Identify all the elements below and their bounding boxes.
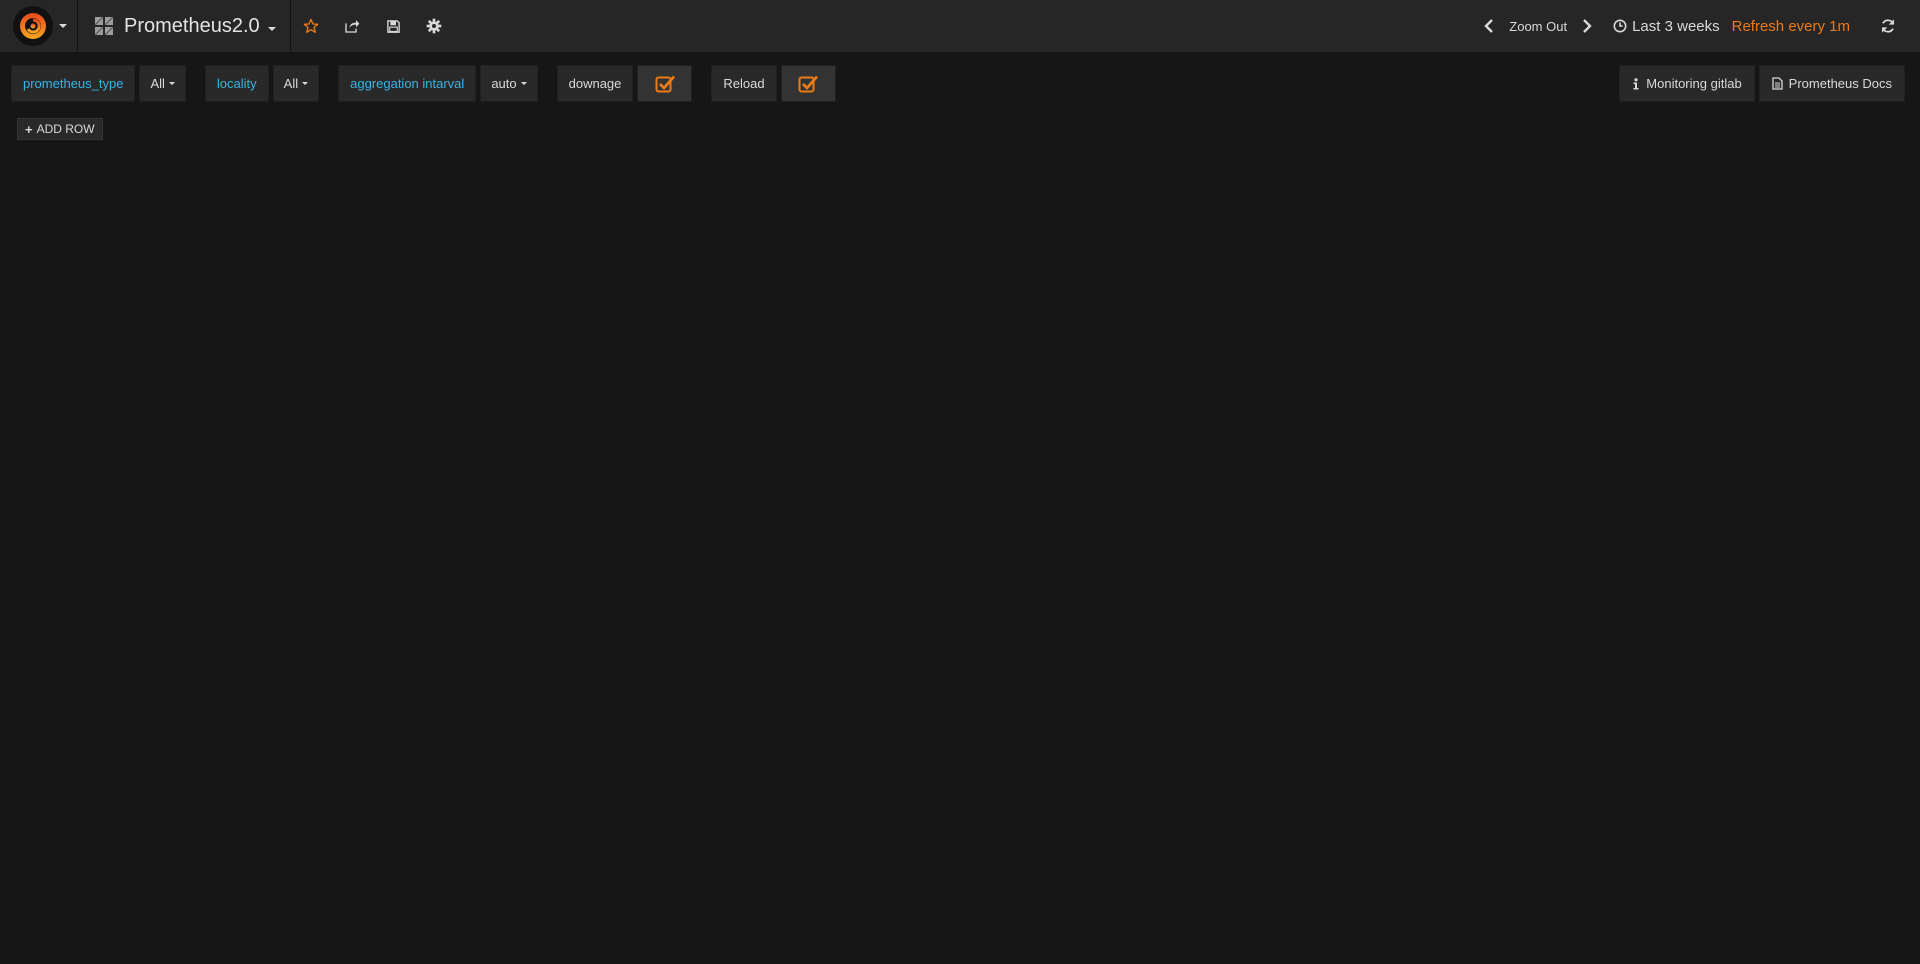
star-button[interactable] bbox=[291, 0, 332, 53]
caret-down-icon bbox=[59, 24, 67, 28]
dashboard-links: Monitoring gitlab Prometheus Docs bbox=[1615, 65, 1905, 102]
time-forward-button[interactable] bbox=[1575, 0, 1599, 53]
grafana-menu-button[interactable] bbox=[0, 0, 78, 53]
time-controls: Zoom Out Last 3 weeks Refresh every 1m bbox=[1477, 0, 1920, 53]
variable-dropdown-aggregation-interval[interactable]: auto bbox=[480, 65, 538, 102]
save-button[interactable] bbox=[373, 0, 414, 53]
save-icon bbox=[386, 19, 400, 33]
info-icon bbox=[1632, 77, 1640, 90]
variable-label-aggregation-interval: aggregation intarval bbox=[338, 65, 477, 102]
caret-down-icon bbox=[302, 82, 309, 85]
dashboard-title: Prometheus2.0 bbox=[124, 14, 260, 37]
variable-value: All bbox=[283, 76, 299, 91]
top-navbar: Prometheus2.0 Zoom Out Last 3 weeks Refr… bbox=[0, 0, 1920, 53]
reload-toggle[interactable] bbox=[780, 65, 836, 102]
downage-toggle[interactable] bbox=[637, 65, 693, 102]
gear-icon bbox=[426, 18, 442, 34]
dashboard-actions bbox=[291, 0, 455, 53]
time-range-label: Last 3 weeks bbox=[1632, 17, 1720, 35]
plus-icon: + bbox=[25, 121, 33, 137]
variable-label-prometheus-type: prometheus_type bbox=[11, 65, 136, 102]
checkbox-checked-icon bbox=[798, 75, 819, 92]
dashboard-title-dropdown[interactable]: Prometheus2.0 bbox=[78, 0, 291, 53]
downage-label: downage bbox=[556, 65, 634, 102]
checkbox-checked-icon bbox=[655, 75, 675, 92]
share-icon bbox=[345, 20, 360, 33]
reload-label: Reload bbox=[711, 65, 777, 102]
variable-dropdown-locality[interactable]: All bbox=[272, 65, 320, 102]
prometheus-docs-label: Prometheus Docs bbox=[1788, 76, 1892, 91]
zoom-out-button[interactable]: Zoom Out bbox=[1509, 19, 1567, 34]
time-back-button[interactable] bbox=[1477, 0, 1501, 53]
template-variables-bar: prometheus_type All locality All aggrega… bbox=[11, 65, 836, 102]
zoom-group: Zoom Out bbox=[1477, 0, 1599, 53]
variable-value: auto bbox=[491, 76, 517, 91]
settings-button[interactable] bbox=[414, 0, 455, 53]
prometheus-docs-link[interactable]: Prometheus Docs bbox=[1758, 65, 1905, 102]
refresh-interval-label: Refresh every 1m bbox=[1731, 17, 1850, 35]
share-button[interactable] bbox=[332, 0, 373, 53]
variable-value: All bbox=[150, 76, 165, 91]
dashboard-grid-icon bbox=[94, 16, 114, 36]
variable-label-locality: locality bbox=[204, 65, 269, 102]
chevron-left-icon bbox=[1484, 19, 1494, 33]
document-icon bbox=[1772, 77, 1783, 90]
caret-down-icon bbox=[267, 27, 276, 31]
clock-icon bbox=[1613, 19, 1627, 33]
refresh-icon bbox=[1881, 19, 1895, 33]
chevron-right-icon bbox=[1583, 19, 1592, 33]
add-row-button[interactable]: + ADD ROW bbox=[17, 118, 103, 140]
time-picker-button[interactable]: Last 3 weeks Refresh every 1m bbox=[1613, 18, 1850, 35]
variable-dropdown-prometheus-type[interactable]: All bbox=[139, 65, 186, 102]
star-icon bbox=[303, 18, 319, 33]
monitoring-gitlab-link[interactable]: Monitoring gitlab bbox=[1619, 65, 1755, 102]
caret-down-icon bbox=[168, 82, 175, 85]
grafana-logo-icon bbox=[13, 6, 53, 46]
add-row-label: ADD ROW bbox=[36, 122, 95, 136]
monitoring-gitlab-label: Monitoring gitlab bbox=[1646, 76, 1742, 91]
caret-down-icon bbox=[520, 82, 527, 85]
refresh-button[interactable] bbox=[1868, 0, 1908, 53]
